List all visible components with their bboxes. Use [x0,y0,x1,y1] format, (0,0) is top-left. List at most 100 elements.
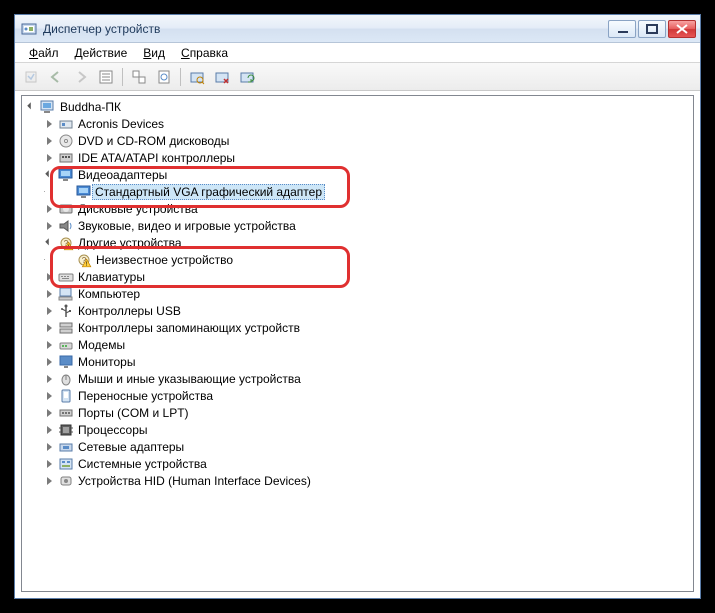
expander-icon[interactable] [44,356,55,367]
tree-item[interactable]: Контроллеры запоминающих устройств [22,319,693,336]
menubar: Файл Действие Вид Справка [15,43,700,63]
tree-item-label: Переносные устройства [77,389,214,403]
tree-item[interactable]: DVD и CD-ROM дисководы [22,132,693,149]
net-icon [58,439,74,455]
expander-icon[interactable] [44,322,55,333]
modem-icon [58,337,74,353]
tree-item-label: Видеоадаптеры [77,168,168,182]
tree-root-label: Buddha-ПК [59,100,122,114]
expander-icon[interactable] [44,271,55,282]
expander-icon[interactable] [44,135,55,146]
tree-root[interactable]: Buddha-ПК [22,98,693,115]
device-tree[interactable]: Buddha-ПКAcronis DevicesDVD и CD-ROM дис… [21,95,694,592]
tree-item[interactable]: Дисковые устройства [22,200,693,217]
expander-icon[interactable] [44,288,55,299]
tree-item[interactable]: Звуковые, видео и игровые устройства [22,217,693,234]
disk-icon [58,201,74,217]
expander-icon[interactable] [44,407,55,418]
tree-item-label: Процессоры [77,423,149,437]
display-icon [58,167,74,183]
tree-item-label: Мыши и иные указывающие устройства [77,372,302,386]
keyboard-icon [58,269,74,285]
expander-icon[interactable] [44,441,55,452]
tree-item-label: Модемы [77,338,126,352]
menu-help[interactable]: Справка [173,44,236,62]
tree-item-label: Порты (COM и LPT) [77,406,190,420]
tree-child-item[interactable]: Стандартный VGA графический адаптер [22,183,693,200]
expander-icon[interactable] [44,169,55,180]
tree-item[interactable]: Модемы [22,336,693,353]
maximize-button[interactable] [638,20,666,38]
tree-item[interactable]: Контроллеры USB [22,302,693,319]
tree-item[interactable]: Процессоры [22,421,693,438]
tree-item-label: Компьютер [77,287,141,301]
tree-item[interactable]: IDE ATA/ATAPI контроллеры [22,149,693,166]
system-icon [58,456,74,472]
portable-icon [58,388,74,404]
computer-icon [58,286,74,302]
expander-icon[interactable] [44,220,55,231]
tree-item-label: Звуковые, видео и игровые устройства [77,219,297,233]
tree-item[interactable]: Другие устройства [22,234,693,251]
tree-item-label: Системные устройства [77,457,208,471]
other-icon [76,252,92,268]
tree-item[interactable]: Устройства HID (Human Interface Devices) [22,472,693,489]
tree-item[interactable]: Порты (COM и LPT) [22,404,693,421]
tree-child-label: Неизвестное устройство [95,253,234,267]
tb-uninstall-icon[interactable] [210,66,234,88]
expander-icon[interactable] [44,390,55,401]
expander-icon[interactable] [44,339,55,350]
usb-icon [58,303,74,319]
expander-icon[interactable] [44,458,55,469]
tree-item[interactable]: Сетевые адаптеры [22,438,693,455]
tree-item[interactable]: Системные устройства [22,455,693,472]
expander-icon[interactable] [44,305,55,316]
menu-action[interactable]: Действие [67,44,136,62]
tree-item[interactable]: Мониторы [22,353,693,370]
titlebar[interactable]: Диспетчер устройств [15,15,700,43]
tree-child-label: Стандартный VGA графический адаптер [92,184,325,200]
expander-icon[interactable] [44,424,55,435]
expander-icon[interactable] [44,373,55,384]
tb-update-driver-icon[interactable] [235,66,259,88]
expander-icon[interactable] [26,101,37,112]
dvd-icon [58,133,74,149]
cpu-icon [58,422,74,438]
tree-item[interactable]: Acronis Devices [22,115,693,132]
tb-properties-icon[interactable] [19,66,43,88]
hid-icon [58,473,74,489]
expander-icon[interactable] [44,475,55,486]
minimize-button[interactable] [608,20,636,38]
monitor-icon [58,354,74,370]
tree-item-label: IDE ATA/ATAPI контроллеры [77,151,236,165]
tree-item[interactable]: Клавиатуры [22,268,693,285]
toolbar [15,63,700,91]
tb-separator [180,68,181,86]
menu-view[interactable]: Вид [135,44,173,62]
tb-forward-icon[interactable] [69,66,93,88]
tb-view-icon[interactable] [127,66,151,88]
tree-item-label: Клавиатуры [77,270,146,284]
tree-item[interactable]: Компьютер [22,285,693,302]
other-icon [58,235,74,251]
tree-item[interactable]: Видеоадаптеры [22,166,693,183]
expander-icon[interactable] [44,152,55,163]
tb-scan-hardware-icon[interactable] [185,66,209,88]
display-icon [76,184,92,200]
tb-list-icon[interactable] [94,66,118,88]
expander-icon[interactable] [44,203,55,214]
close-button[interactable] [668,20,696,38]
generic-icon [58,116,74,132]
menu-file[interactable]: Файл [21,44,67,62]
tree-item[interactable]: Мыши и иные указывающие устройства [22,370,693,387]
tb-help-icon[interactable] [152,66,176,88]
tb-back-icon[interactable] [44,66,68,88]
tree-item[interactable]: Переносные устройства [22,387,693,404]
expander-icon[interactable] [44,237,55,248]
expander-icon[interactable] [44,118,55,129]
tree-child-item[interactable]: Неизвестное устройство [22,251,693,268]
mouse-icon [58,371,74,387]
ide-icon [58,150,74,166]
tree-item-label: Устройства HID (Human Interface Devices) [77,474,312,488]
tree-item-label: Другие устройства [77,236,183,250]
